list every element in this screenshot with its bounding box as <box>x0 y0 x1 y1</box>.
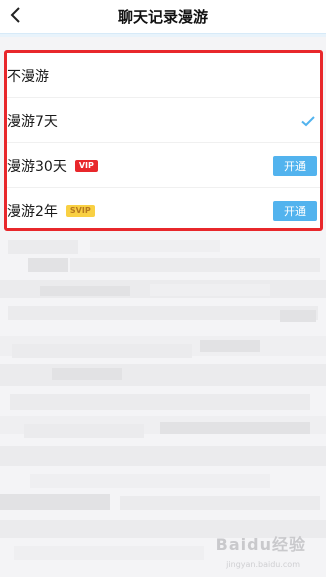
watermark-url: jingyan.baidu.com <box>226 560 300 569</box>
vip-badge: VIP <box>74 159 98 172</box>
option-roam-2-years[interactable]: 漫游2年 SVIP 开通 <box>7 188 320 233</box>
open-vip-button[interactable]: 开通 <box>273 155 317 176</box>
blurred-content <box>0 240 326 577</box>
header-divider <box>0 34 326 37</box>
option-roam-30-days[interactable]: 漫游30天 VIP 开通 <box>7 143 320 188</box>
chevron-left-icon <box>10 7 20 23</box>
option-label: 不漫游 <box>7 68 49 85</box>
option-label: 漫游2年 <box>7 203 58 220</box>
option-label: 漫游7天 <box>7 113 58 130</box>
header-bar: 聊天记录漫游 <box>0 0 326 34</box>
option-roam-7-days[interactable]: 漫游7天 <box>7 98 320 143</box>
option-no-roaming[interactable]: 不漫游 <box>7 53 320 98</box>
page-title: 聊天记录漫游 <box>117 8 208 26</box>
watermark-logo: Baidu经验 <box>215 535 306 554</box>
back-button[interactable] <box>4 3 28 27</box>
open-svip-button[interactable]: 开通 <box>273 200 317 221</box>
checkmark-icon <box>301 115 315 126</box>
roaming-options-list: 不漫游 漫游7天 漫游30天 VIP 开通 漫游2年 SVIP 开通 <box>4 50 323 231</box>
svip-badge: SVIP <box>65 204 95 217</box>
option-label: 漫游30天 <box>7 158 67 175</box>
